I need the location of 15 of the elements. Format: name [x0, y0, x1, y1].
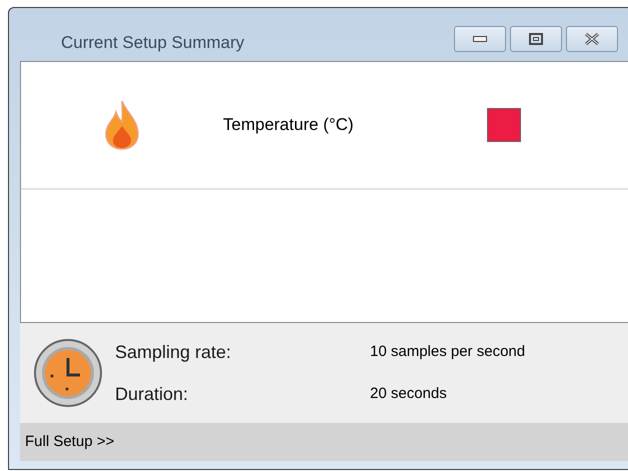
- setting-label: Sampling rate:: [115, 340, 232, 364]
- full-setup-link[interactable]: Full Setup >>: [25, 430, 114, 454]
- setting-value: 20 seconds: [370, 384, 448, 404]
- window-title: Current Setup Summary: [61, 32, 244, 54]
- minimize-button[interactable]: [454, 26, 506, 52]
- close-button[interactable]: [566, 26, 618, 52]
- maximize-icon: [529, 32, 543, 44]
- clock-icon: [33, 338, 103, 408]
- setting-label: Duration:: [115, 382, 190, 406]
- sensor-name: Temperature (°C): [223, 114, 354, 136]
- setting-value: 10 samples per second: [370, 342, 526, 362]
- close-icon: [584, 32, 600, 44]
- flame-icon: [104, 100, 140, 150]
- maximize-button[interactable]: [510, 26, 562, 52]
- minimize-icon: [473, 36, 487, 42]
